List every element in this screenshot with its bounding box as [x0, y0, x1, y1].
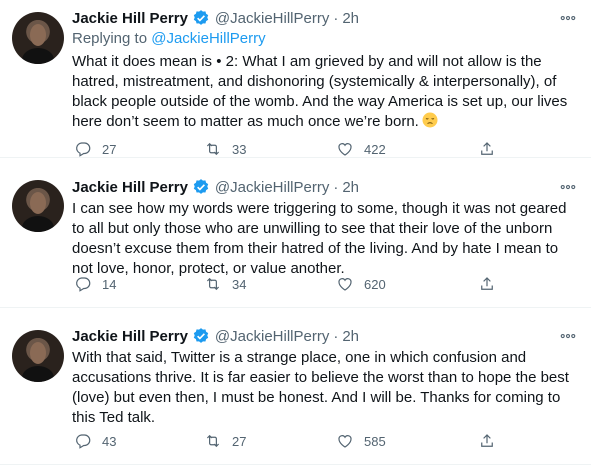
like-count: 422 — [364, 141, 386, 157]
timestamp[interactable]: 2h — [342, 328, 359, 345]
timestamp[interactable]: 2h — [342, 179, 359, 196]
display-name[interactable]: Jackie Hill Perry — [72, 179, 188, 196]
more-icon[interactable] — [557, 177, 579, 197]
like-icon — [338, 143, 352, 156]
like-button[interactable]: 620 — [336, 274, 386, 294]
reply-count: 43 — [102, 433, 117, 449]
reply-button[interactable]: 27 — [74, 139, 116, 159]
retweet-icon — [206, 142, 220, 156]
user-handle[interactable]: @JackieHillPerry — [215, 10, 329, 27]
tweet-text: With that said, Twitter is a strange pla… — [72, 349, 569, 426]
share-button[interactable] — [478, 274, 496, 294]
like-count: 585 — [364, 433, 386, 449]
retweet-icon — [206, 434, 220, 448]
verified-badge-icon — [192, 9, 210, 27]
tweet-header: Jackie Hill Perry @JackieHillPerry · 2h — [72, 8, 581, 28]
display-name[interactable]: Jackie Hill Perry — [72, 10, 188, 27]
avatar[interactable] — [12, 330, 64, 382]
reply-icon — [76, 434, 91, 449]
retweet-count: 34 — [232, 276, 247, 292]
reply-button[interactable]: 43 — [74, 431, 116, 451]
more-icon[interactable] — [557, 326, 579, 346]
share-button[interactable] — [478, 139, 496, 159]
reply-icon — [76, 142, 91, 157]
retweet-icon — [206, 277, 220, 291]
separator-dot: · — [333, 178, 339, 196]
pensive-face-emoji — [422, 112, 438, 128]
avatar[interactable] — [12, 12, 64, 64]
reply-icon — [76, 277, 91, 292]
display-name[interactable]: Jackie Hill Perry — [72, 328, 188, 345]
retweet-button[interactable]: 33 — [204, 139, 246, 159]
tweet-actions: 27 33 422 — [72, 139, 522, 159]
like-button[interactable]: 422 — [336, 139, 386, 159]
like-icon — [338, 278, 352, 291]
avatar[interactable] — [12, 180, 64, 232]
timestamp[interactable]: 2h — [342, 10, 359, 27]
separator-dot: · — [333, 9, 339, 27]
retweet-button[interactable]: 27 — [204, 431, 246, 451]
tweet-text: I can see how my words were triggering t… — [72, 200, 567, 277]
tweet-header: Jackie Hill Perry @JackieHillPerry · 2h — [72, 177, 581, 197]
tweet[interactable]: Jackie Hill Perry @JackieHillPerry · 2h … — [0, 308, 591, 465]
share-button[interactable] — [478, 431, 496, 451]
user-handle[interactable]: @JackieHillPerry — [215, 328, 329, 345]
like-count: 620 — [364, 276, 386, 292]
user-handle[interactable]: @JackieHillPerry — [215, 179, 329, 196]
share-icon — [481, 434, 493, 447]
reply-count: 27 — [102, 141, 117, 157]
reply-button[interactable]: 14 — [74, 274, 116, 294]
tweet-text-body: What it does mean is • 2: What I am grie… — [72, 53, 568, 130]
like-button[interactable]: 585 — [336, 431, 386, 451]
tweet-actions: 14 34 620 — [72, 274, 522, 294]
tweet-header: Jackie Hill Perry @JackieHillPerry · 2h — [72, 326, 581, 346]
replying-to: Replying to @JackieHillPerry — [72, 30, 581, 50]
verified-badge-icon — [192, 327, 210, 345]
tweet-text: What it does mean is • 2: What I am grie… — [72, 52, 581, 132]
reply-count: 14 — [102, 276, 117, 292]
more-icon[interactable] — [557, 8, 579, 28]
share-icon — [481, 142, 493, 155]
like-icon — [338, 435, 352, 448]
share-icon — [481, 277, 493, 290]
replying-prefix: Replying to — [72, 30, 148, 47]
retweet-count: 27 — [232, 433, 247, 449]
tweet[interactable]: Jackie Hill Perry @JackieHillPerry · 2h … — [0, 0, 591, 158]
tweet-actions: 43 27 585 — [72, 431, 522, 451]
separator-dot: · — [333, 327, 339, 345]
replying-handle-link[interactable]: @JackieHillPerry — [151, 30, 265, 47]
verified-badge-icon — [192, 178, 210, 196]
retweet-button[interactable]: 34 — [204, 274, 246, 294]
retweet-count: 33 — [232, 141, 247, 157]
tweet[interactable]: Jackie Hill Perry @JackieHillPerry · 2h … — [0, 158, 591, 308]
